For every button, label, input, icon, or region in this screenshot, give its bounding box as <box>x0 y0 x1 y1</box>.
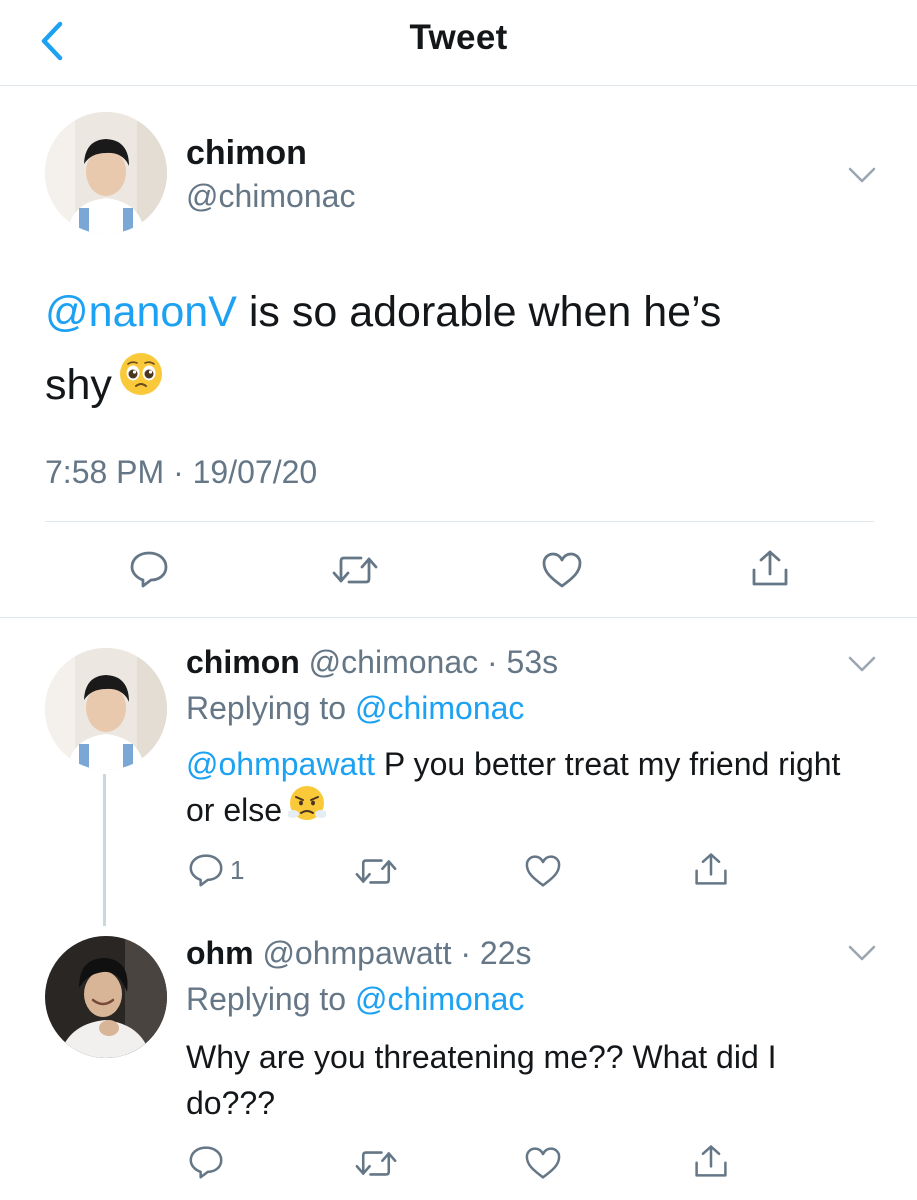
share-button[interactable] <box>750 548 790 588</box>
reply-header: ohm @ohmpawatt · 22s <box>186 935 531 972</box>
chevron-down-icon <box>848 656 876 672</box>
pleading-face-emoji <box>118 347 164 420</box>
retweet-icon <box>355 859 397 884</box>
tweet-options-button[interactable] <box>848 166 876 184</box>
reply-button[interactable] <box>129 550 169 588</box>
retweet-button[interactable] <box>354 1148 398 1179</box>
retweet-button[interactable] <box>331 553 379 587</box>
share-icon <box>752 550 788 586</box>
reply-icon <box>189 854 223 887</box>
reply-icon <box>130 551 168 588</box>
heart-icon <box>525 855 561 887</box>
heart-icon <box>525 1147 561 1179</box>
reply-author-name[interactable]: chimon <box>186 644 300 680</box>
reply-text: Why are you threatening me?? What did I … <box>186 1039 777 1121</box>
reply-header: chimon @chimonac · 53s <box>186 644 558 681</box>
reply-count: 1 <box>230 854 245 885</box>
like-button[interactable] <box>541 551 583 589</box>
tweet-text: @nanonV is so adorable when he’s shy <box>45 276 765 424</box>
share-button[interactable] <box>693 1143 729 1179</box>
tweet-options-button[interactable] <box>848 655 876 673</box>
replying-to-link[interactable]: @chimonac <box>355 981 524 1017</box>
chevron-down-icon <box>848 167 876 183</box>
author-name[interactable]: chimon <box>186 134 307 173</box>
replying-label: Replying to <box>186 981 355 1017</box>
replying-to: Replying to @chimonac <box>186 690 524 727</box>
avatar[interactable] <box>45 936 167 1058</box>
reply-text: @ohmpawatt P you better treat my friend … <box>186 741 866 838</box>
share-button[interactable] <box>693 851 729 887</box>
retweet-icon <box>332 556 378 584</box>
like-button[interactable] <box>524 1146 562 1180</box>
replying-label: Replying to <box>186 690 355 726</box>
retweet-icon <box>355 1151 397 1176</box>
chevron-down-icon <box>848 945 876 961</box>
like-button[interactable] <box>524 854 562 888</box>
avatar[interactable] <box>45 648 167 770</box>
reply-author-name[interactable]: ohm <box>186 935 254 971</box>
replying-to-link[interactable]: @chimonac <box>355 690 524 726</box>
face-with-steam-emoji <box>287 784 328 834</box>
share-icon <box>695 853 727 885</box>
share-icon <box>695 1145 727 1177</box>
avatar[interactable] <box>45 112 167 234</box>
tweet-options-button[interactable] <box>848 944 876 962</box>
reply-handle-time[interactable]: @chimonac · 53s <box>309 644 558 680</box>
heart-icon <box>542 552 582 588</box>
mention-link[interactable]: @ohmpawatt <box>186 746 375 782</box>
mention-link[interactable]: @nanonV <box>45 288 237 336</box>
divider <box>0 617 917 618</box>
reply-button[interactable] <box>188 1145 224 1179</box>
reply-button[interactable]: 1 <box>188 853 244 887</box>
author-handle[interactable]: @chimonac <box>186 178 355 215</box>
thread-connector <box>103 774 106 926</box>
tweet-timestamp[interactable]: 7:58 PM · 19/07/20 <box>45 454 317 491</box>
page-title: Tweet <box>409 18 508 57</box>
retweet-button[interactable] <box>354 856 398 887</box>
top-bar: Tweet <box>0 0 917 86</box>
replying-to: Replying to @chimonac <box>186 981 524 1018</box>
reply-icon <box>189 1146 223 1179</box>
reply-handle-time[interactable]: @ohmpawatt · 22s <box>262 935 531 971</box>
divider <box>45 521 874 522</box>
